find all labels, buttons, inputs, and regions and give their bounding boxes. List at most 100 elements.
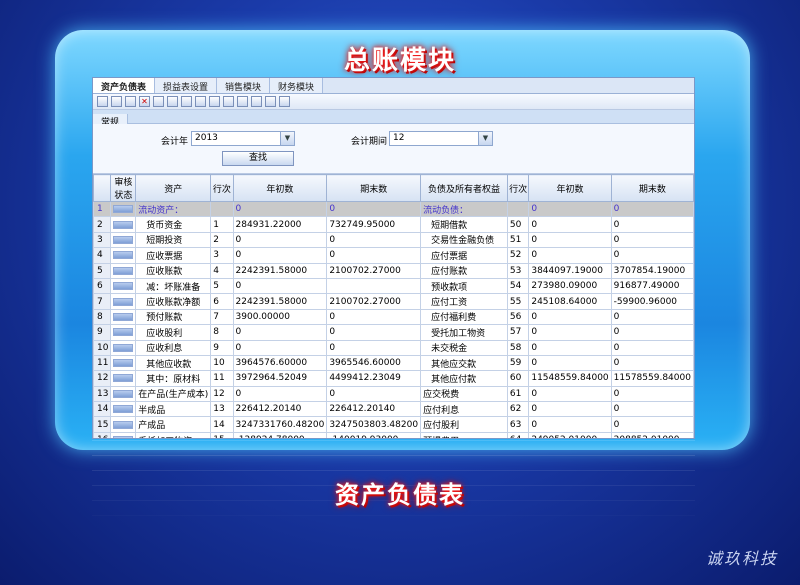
table-cell[interactable]: -128924.78000 <box>232 431 328 438</box>
print-icon[interactable] <box>181 96 192 107</box>
table-cell[interactable]: 委托加工物资 <box>135 431 212 438</box>
table-cell[interactable]: 应收账款 <box>135 262 212 279</box>
table-cell[interactable]: 应收股利 <box>135 324 212 341</box>
table-cell[interactable]: 2242391.58000 <box>232 262 328 279</box>
table-cell[interactable]: 预付账款 <box>135 308 212 326</box>
table-cell[interactable]: 0 <box>232 385 328 403</box>
table-cell[interactable]: 0 <box>232 231 328 249</box>
table-cell[interactable]: 0 <box>528 401 612 418</box>
table-cell[interactable]: 0 <box>610 200 694 218</box>
table-cell[interactable]: 0 <box>326 339 422 356</box>
table-cell[interactable]: 0 <box>326 231 422 249</box>
table-cell[interactable]: 3900.00000 <box>232 308 328 326</box>
table-cell[interactable]: 应收票据 <box>135 247 212 264</box>
table-cell[interactable]: 2100702.27000 <box>326 293 422 310</box>
table-cell[interactable]: 59 <box>506 354 530 372</box>
table-cell[interactable]: 半成品 <box>135 401 212 418</box>
column-header[interactable]: 期末数 <box>326 174 422 202</box>
audit-status-cell[interactable] <box>110 262 137 279</box>
table-cell[interactable]: 226412.20140 <box>326 401 422 418</box>
table-cell[interactable]: 2100702.27000 <box>326 262 422 279</box>
table-cell[interactable]: 5 <box>210 277 234 295</box>
table-cell[interactable]: 15 <box>210 431 234 438</box>
audit-status-cell[interactable] <box>110 370 137 387</box>
table-cell[interactable]: 减：坏账准备 <box>135 277 212 295</box>
table-cell[interactable] <box>210 200 234 218</box>
table-cell[interactable]: 0 <box>528 416 612 433</box>
tab-income-settings[interactable]: 损益表设置 <box>155 78 218 93</box>
table-cell[interactable]: 0 <box>326 324 422 341</box>
audit-status-cell[interactable] <box>110 247 137 264</box>
table-cell[interactable]: 其他应交款 <box>420 354 508 372</box>
table-cell[interactable]: 0 <box>232 247 328 264</box>
table-cell[interactable]: 249052.01000 <box>528 431 612 438</box>
table-cell[interactable]: 55 <box>506 293 530 310</box>
column-header[interactable]: 年初数 <box>232 174 328 202</box>
table-cell[interactable]: 2242391.58000 <box>232 293 328 310</box>
table-cell[interactable]: 61 <box>506 385 530 403</box>
table-cell[interactable]: 3247503803.48200 <box>326 416 422 433</box>
table-row[interactable]: 6 减：坏账准备 5 0 预收款项 54 273980.09000 916877.49000 <box>93 277 694 295</box>
table-cell[interactable]: 9 <box>210 339 234 356</box>
audit-status-cell[interactable] <box>110 401 137 418</box>
table-cell[interactable]: 54 <box>506 277 530 295</box>
next-page-icon[interactable] <box>279 96 290 107</box>
period-select[interactable]: 12 ▼ <box>389 131 493 146</box>
table-cell[interactable]: 0 <box>232 324 328 341</box>
table-row[interactable]: 4 应收票据 3 0 0 应付票据 52 0 0 <box>93 247 694 264</box>
year-select[interactable]: 2013 ▼ <box>191 131 295 146</box>
table-cell[interactable]: 0 <box>610 216 694 233</box>
table-cell[interactable]: 0 <box>610 324 694 341</box>
table-cell[interactable]: 0 <box>232 339 328 356</box>
table-cell[interactable]: 2 <box>210 231 234 249</box>
table-cell[interactable]: 56 <box>506 308 530 326</box>
table-cell[interactable]: 0 <box>528 308 612 326</box>
table-cell[interactable]: 3247331760.48200 <box>232 416 328 433</box>
table-row[interactable]: 2 货币资金 1 284931.22000 732749.95000 短期借款 50 0 0 <box>93 216 694 233</box>
table-cell[interactable]: 0 <box>610 308 694 326</box>
table-cell[interactable]: 4 <box>210 262 234 279</box>
table-cell[interactable]: 预收款项 <box>420 277 508 295</box>
audit-status-cell[interactable] <box>110 293 137 310</box>
column-header[interactable]: 期末数 <box>610 174 694 202</box>
chevron-down-icon[interactable]: ▼ <box>280 132 294 145</box>
table-cell[interactable]: 3 <box>210 247 234 264</box>
audit-status-cell[interactable] <box>110 216 137 233</box>
audit-status-cell[interactable] <box>110 416 137 433</box>
table-cell[interactable]: 其中：原材料 <box>135 370 212 387</box>
audit-status-cell[interactable] <box>110 308 137 326</box>
audit-status-cell[interactable] <box>110 231 137 249</box>
table-cell[interactable]: 208852.01000 <box>610 431 694 438</box>
audit-status-cell[interactable] <box>110 385 137 403</box>
tab-finance[interactable]: 财务模块 <box>270 78 324 93</box>
table-cell[interactable]: 受托加工物资 <box>420 324 508 341</box>
table-cell[interactable]: 52 <box>506 247 530 264</box>
table-cell[interactable]: 应付账款 <box>420 262 508 279</box>
table-cell[interactable]: 应交税费 <box>420 385 508 403</box>
table-cell[interactable]: 交易性金融负债 <box>420 231 508 249</box>
table-cell[interactable]: 流动负债： <box>420 200 508 218</box>
table-cell[interactable]: 0 <box>610 247 694 264</box>
column-header[interactable]: 审核状态 <box>110 174 137 202</box>
table-row[interactable]: 5 应收账款 4 2242391.58000 2100702.27000 应付账款 53 38… <box>93 262 694 279</box>
table-cell[interactable]: 3965546.60000 <box>326 354 422 372</box>
attach-icon[interactable] <box>237 96 248 107</box>
table-row[interactable]: 13 在产品(生产成本) 12 0 0 应交税费 61 0 0 <box>93 385 694 403</box>
copy-icon[interactable] <box>111 96 122 107</box>
table-cell[interactable]: 13 <box>210 401 234 418</box>
audit-status-cell[interactable] <box>110 354 137 372</box>
table-cell[interactable]: 58 <box>506 339 530 356</box>
refresh-icon[interactable] <box>223 96 234 107</box>
table-row[interactable]: 8 预付账款 7 3900.00000 0 应付福利费 56 0 0 <box>93 308 694 326</box>
table-cell[interactable]: 0 <box>528 339 612 356</box>
table-cell[interactable] <box>506 200 530 218</box>
table-cell[interactable]: 应付票据 <box>420 247 508 264</box>
tab-balance-sheet[interactable]: 资产负债表 <box>93 78 156 93</box>
table-cell[interactable]: 流动资产： <box>135 200 212 218</box>
table-cell[interactable]: 0 <box>528 216 612 233</box>
table-cell[interactable]: 10 <box>210 354 234 372</box>
table-cell[interactable]: 11578559.84000 <box>610 370 694 387</box>
table-row[interactable]: 3 短期投资 2 0 0 交易性金融负债 51 0 0 <box>93 231 694 249</box>
table-row[interactable]: 1 流动资产： 0 0 流动负债： 0 0 <box>93 200 694 218</box>
table-cell[interactable]: 60 <box>506 370 530 387</box>
